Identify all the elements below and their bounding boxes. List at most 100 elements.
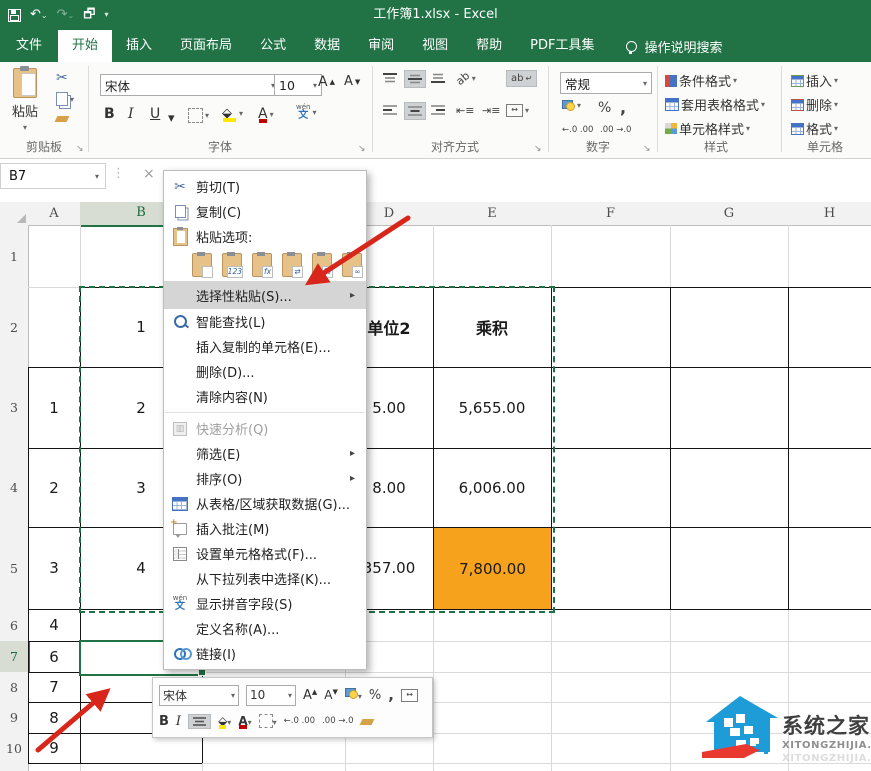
row-header-10[interactable]: 10 (0, 733, 29, 764)
mini-decrease-decimal-icon[interactable]: .00 →.0 (322, 717, 353, 726)
mini-font-size-combo[interactable]: 10▾ (246, 685, 296, 706)
row-header-3[interactable]: 3 (0, 367, 29, 449)
menu-item-cut[interactable]: ✂ 剪切(T) (164, 174, 366, 199)
row-header-4[interactable]: 4 (0, 448, 29, 528)
mini-increase-font-icon[interactable]: A▲ (303, 688, 317, 703)
alignment-dialog-launcher[interactable]: ↘ (534, 144, 542, 154)
cell-A5[interactable]: 3 (28, 527, 80, 609)
tab-pdf-tools[interactable]: PDF工具集 (516, 30, 608, 62)
menu-item-get-data-from-table[interactable]: 从表格/区域获取数据(G)... (164, 491, 366, 516)
mini-comma-icon[interactable]: , (388, 686, 394, 704)
tab-review[interactable]: 审阅 (354, 30, 408, 62)
cell-A7[interactable]: 6 (28, 641, 80, 672)
mini-bold-button[interactable]: B (159, 714, 169, 729)
tab-page-layout[interactable]: 页面布局 (166, 30, 246, 62)
insert-cells-button[interactable]: 插入▾ (791, 71, 838, 90)
menu-item-paste-special[interactable]: 选择性粘贴(S)... ▸ (164, 281, 366, 309)
paste-transpose-icon[interactable]: ⇄ (282, 253, 302, 277)
col-header-H[interactable]: H (788, 202, 871, 226)
cell-A8[interactable]: 7 (28, 672, 80, 702)
mini-format-painter-icon[interactable] (361, 714, 373, 728)
cell-A4[interactable]: 2 (28, 448, 80, 527)
tab-home[interactable]: 开始 (58, 30, 112, 62)
mini-font-color-icon[interactable]: A▾ (238, 714, 251, 728)
menu-item-sort[interactable]: 排序(O) ▸ (164, 466, 366, 491)
paste-icon[interactable] (192, 253, 212, 277)
row-header-9[interactable]: 9 (0, 702, 29, 734)
align-bottom-icon[interactable] (430, 72, 446, 84)
tab-view[interactable]: 视图 (408, 30, 462, 62)
print-preview-icon[interactable]: 🗗 (83, 0, 95, 30)
accounting-format-icon[interactable]: ▾ (562, 100, 581, 111)
cut-icon[interactable]: ✂ (56, 70, 68, 86)
mini-merge-icon[interactable]: ↔ (401, 689, 418, 702)
tell-me-search[interactable]: 操作说明搜索 (608, 30, 722, 62)
cell-A6[interactable]: 4 (28, 609, 80, 641)
mini-borders-icon[interactable]: ▾ (259, 714, 277, 729)
clipboard-dialog-launcher[interactable]: ↘ (76, 144, 84, 154)
font-color-icon[interactable]: A▾ (258, 106, 274, 122)
cell-styles-button[interactable]: 单元格样式▾ (665, 119, 750, 138)
underline-dropdown-icon[interactable]: ▾ (168, 111, 175, 126)
decrease-decimal-icon[interactable]: .00 →.0 (600, 126, 631, 135)
menu-item-format-cells[interactable]: 设置单元格格式(F)... (164, 541, 366, 566)
redo-icon[interactable]: ↷⌄ (57, 0, 75, 31)
paste-link-icon[interactable]: ∞ (342, 253, 362, 277)
row-header-8[interactable]: 8 (0, 672, 29, 703)
menu-item-smart-lookup[interactable]: 智能查找(L) (164, 309, 366, 334)
paste-values-icon[interactable]: 123 (222, 253, 242, 277)
row-header-1[interactable]: 1 (0, 225, 29, 288)
name-box[interactable]: B7 ▾ (0, 163, 106, 189)
conditional-formatting-button[interactable]: 条件格式▾ (665, 71, 737, 90)
format-painter-icon[interactable] (56, 116, 68, 122)
menu-item-clear-contents[interactable]: 清除内容(N) (164, 384, 366, 409)
cell-A10[interactable]: 9 (28, 733, 80, 763)
increase-decimal-icon[interactable]: ←.0 .00 (562, 126, 593, 135)
menu-item-define-name[interactable]: 定义名称(A)... (164, 616, 366, 641)
align-right-icon[interactable] (430, 104, 446, 116)
percent-style-icon[interactable]: % (598, 100, 611, 116)
col-header-F[interactable]: F (551, 202, 671, 226)
paste-button[interactable]: 粘贴 ▾ (12, 68, 38, 132)
underline-button[interactable]: U (150, 106, 160, 122)
italic-button[interactable]: I (128, 106, 134, 122)
row-header-7[interactable]: 7 (0, 641, 30, 673)
format-as-table-button[interactable]: 套用表格格式▾ (665, 95, 765, 114)
menu-item-delete[interactable]: 删除(D)... (164, 359, 366, 384)
row-header-11-partial[interactable] (0, 763, 29, 771)
copy-icon[interactable]: ▾ (56, 92, 74, 106)
mini-italic-button[interactable]: I (176, 714, 181, 729)
align-left-icon[interactable] (382, 104, 398, 116)
col-header-G[interactable]: G (670, 202, 789, 226)
number-format-combo[interactable]: 常规▾ (560, 72, 652, 94)
cancel-icon[interactable]: × (143, 166, 155, 182)
format-cells-button[interactable]: 格式▾ (791, 119, 838, 138)
row-header-5[interactable]: 5 (0, 527, 29, 610)
wrap-text-icon[interactable]: ab↵ (506, 70, 537, 87)
decrease-indent-icon[interactable]: ⇤≡ (456, 104, 474, 117)
paste-formatting-icon[interactable]: % (312, 253, 332, 277)
tab-help[interactable]: 帮助 (462, 30, 516, 62)
mini-font-name-combo[interactable]: 宋体▾ (159, 685, 239, 706)
mini-decrease-font-icon[interactable]: A▼ (324, 688, 338, 702)
menu-item-link[interactable]: 链接(I) (164, 641, 366, 666)
font-dialog-launcher[interactable]: ↘ (358, 144, 366, 154)
phonetic-guide-icon[interactable]: wén文▾ (296, 104, 316, 121)
number-dialog-launcher[interactable]: ↘ (643, 144, 651, 154)
font-size-combo[interactable]: 10▾ (274, 74, 322, 96)
align-top-icon[interactable] (382, 72, 398, 84)
row-header-6[interactable]: 6 (0, 609, 29, 642)
tab-data[interactable]: 数据 (300, 30, 354, 62)
menu-item-show-phonetic[interactable]: wén文 显示拼音字段(S) (164, 591, 366, 616)
borders-icon[interactable]: ▾ (188, 108, 209, 123)
menu-item-insert-comment[interactable]: 插入批注(M) (164, 516, 366, 541)
menu-item-pick-from-list[interactable]: 从下拉列表中选择(K)... (164, 566, 366, 591)
delete-cells-button[interactable]: 删除▾ (791, 95, 838, 114)
col-header-A[interactable]: A (28, 202, 81, 226)
row-header-2[interactable]: 2 (0, 287, 29, 368)
cell-A9[interactable]: 8 (28, 702, 80, 733)
tab-insert[interactable]: 插入 (112, 30, 166, 62)
paste-formulas-icon[interactable]: fx (252, 253, 272, 277)
align-center-icon[interactable] (404, 102, 426, 120)
bold-button[interactable]: B (104, 106, 115, 122)
